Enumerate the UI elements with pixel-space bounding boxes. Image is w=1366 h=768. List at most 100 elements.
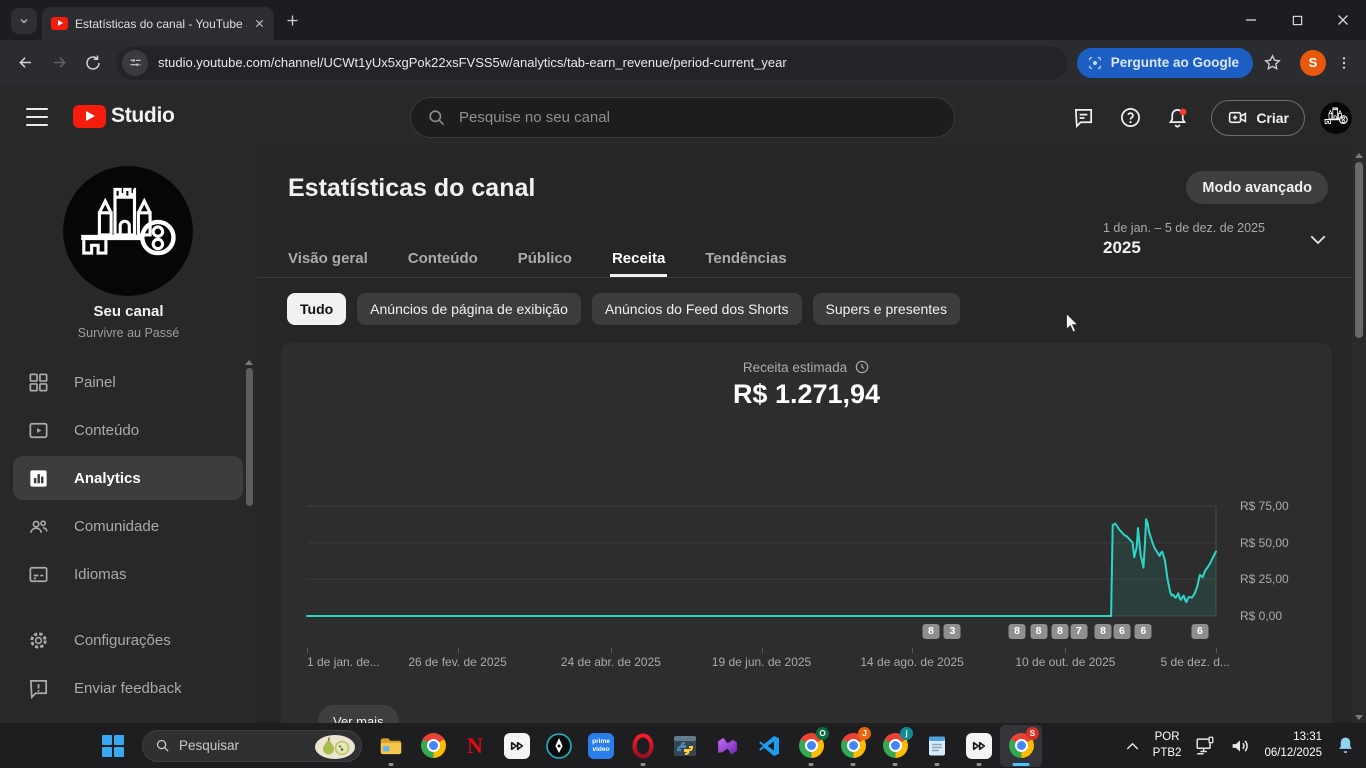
studio-logo[interactable]: Studio (73, 104, 175, 128)
taskbar-m365[interactable] (706, 725, 748, 767)
channel-avatar-art (63, 166, 193, 296)
scroll-up-arrow[interactable] (1355, 153, 1363, 158)
sidebar-scrollbar-thumb[interactable] (246, 368, 253, 506)
tab-receita[interactable]: Receita (609, 239, 668, 277)
studio-search-bar[interactable] (410, 97, 955, 138)
taskbar-file-explorer[interactable] (370, 725, 412, 767)
window-maximize-button[interactable] (1274, 0, 1320, 40)
language-indicator[interactable]: POR PTB2 (1153, 730, 1182, 760)
video-marker-badge[interactable]: 8 (1008, 624, 1026, 639)
studio-search-input[interactable] (459, 109, 859, 126)
date-picker-chevron[interactable] (1309, 234, 1327, 246)
clock-date[interactable]: 13:31 06/12/2025 (1264, 730, 1322, 760)
window-minimize-button[interactable] (1228, 0, 1274, 40)
tray-expand-button[interactable] (1125, 740, 1140, 752)
video-marker-badge[interactable]: 8 (1030, 624, 1047, 639)
studio-account-avatar[interactable] (1320, 102, 1352, 134)
studio-wordmark: Studio (111, 104, 175, 127)
network-button[interactable] (1194, 735, 1216, 757)
advanced-mode-button[interactable]: Modo avançado (1186, 171, 1328, 204)
ask-google-button[interactable]: Pergunte ao Google (1076, 47, 1253, 78)
pen-app-icon (546, 732, 572, 759)
channel-avatar[interactable] (63, 166, 193, 296)
analytics-tabs: Visão geral Conteúdo Público Receita Ten… (288, 239, 787, 277)
taskbar-chrome-profile-o[interactable]: O (790, 725, 832, 767)
feedback-button[interactable] (1064, 99, 1102, 137)
tab-close-icon[interactable] (254, 18, 265, 29)
taskbar-capcut-2[interactable] (958, 725, 1000, 767)
hamburger-menu-button[interactable] (26, 108, 48, 126)
browser-tab[interactable]: Estatísticas do canal - YouTube Studio (42, 7, 274, 40)
video-marker-badge[interactable]: 8 (1094, 624, 1112, 639)
scroll-down-arrow[interactable] (1355, 715, 1363, 720)
video-marker-badge[interactable]: 7 (1070, 624, 1088, 639)
chip-supers[interactable]: Supers e presentes (812, 293, 960, 325)
browser-menu-button[interactable] (1336, 55, 1352, 71)
tab-publico[interactable]: Público (518, 239, 572, 277)
tab-visao-geral[interactable]: Visão geral (288, 239, 368, 277)
notification-center-button[interactable] (1335, 735, 1356, 756)
start-button[interactable] (92, 725, 134, 767)
taskbar-python-idle[interactable] (664, 725, 706, 767)
help-button[interactable] (1111, 99, 1149, 137)
bookmark-button[interactable] (1263, 53, 1282, 72)
taskbar-capcut[interactable] (496, 725, 538, 767)
new-tab-button[interactable] (285, 13, 300, 28)
date-range-picker[interactable]: 1 de jan. – 5 de dez. de 2025 2025 (1103, 221, 1265, 258)
network-display-icon (1196, 736, 1214, 755)
taskbar-chrome-profile-j[interactable]: J (832, 725, 874, 767)
taskbar-opera[interactable] (622, 725, 664, 767)
sidebar-item-conteudo[interactable]: Conteúdo (0, 406, 257, 454)
video-marker-badge[interactable]: 6 (1134, 624, 1152, 639)
taskbar-notepad[interactable] (916, 725, 958, 767)
sidebar-item-idiomas[interactable]: Idiomas (0, 550, 257, 598)
sidebar-item-comunidade[interactable]: Comunidade (0, 502, 257, 550)
scroll-up-arrow[interactable] (245, 360, 253, 365)
sidebar-scrollbar[interactable] (245, 360, 254, 756)
sidebar-item-enviar-feedback[interactable]: Enviar feedback (0, 664, 257, 712)
sidebar-item-painel[interactable]: Painel (0, 358, 257, 406)
taskbar-search[interactable] (142, 729, 362, 762)
taskbar-prime-video[interactable]: prime video (580, 725, 622, 767)
taskbar-netflix[interactable]: N (454, 725, 496, 767)
taskbar-chrome[interactable] (412, 725, 454, 767)
date-range-text: 1 de jan. – 5 de dez. de 2025 (1103, 221, 1265, 235)
taskbar-chrome-profile-j2[interactable]: j (874, 725, 916, 767)
create-button[interactable]: Criar (1211, 99, 1305, 136)
reload-button[interactable] (76, 46, 110, 80)
back-arrow-icon (18, 57, 31, 68)
taskbar-search-input[interactable] (179, 738, 299, 753)
chrome-icon (420, 733, 446, 758)
taskbar-chrome-profile-s-active[interactable]: S (1000, 724, 1042, 767)
sidebar-item-analytics[interactable]: Analytics (0, 454, 257, 502)
gear-icon (30, 631, 47, 649)
chevron-down-icon (20, 19, 28, 24)
video-marker-badge[interactable]: 8 (1051, 624, 1069, 639)
notifications-button[interactable] (1158, 99, 1196, 137)
tab-tendencias[interactable]: Tendências (705, 239, 786, 277)
browser-toolbar: studio.youtube.com/channel/UCWt1yUx5xgPo… (0, 40, 1366, 85)
system-tray: POR PTB2 13:31 06/12/2025 (1125, 723, 1356, 768)
tab-conteudo[interactable]: Conteúdo (408, 239, 478, 277)
forward-button[interactable] (42, 46, 76, 80)
window-close-button[interactable] (1320, 0, 1366, 40)
video-marker-badge[interactable]: 6 (1113, 624, 1131, 639)
taskbar-vscode[interactable] (748, 725, 790, 767)
site-info-button[interactable] (122, 49, 148, 76)
windows-taskbar: N primevideo (0, 723, 1366, 768)
chip-anuncios-shorts[interactable]: Anúncios do Feed dos Shorts (591, 293, 802, 325)
page-scrollbar[interactable] (1352, 150, 1366, 723)
page-scrollbar-thumb[interactable] (1355, 162, 1363, 338)
back-button[interactable] (8, 46, 42, 80)
video-marker-badge[interactable]: 3 (943, 624, 961, 639)
taskbar-pen-app[interactable] (538, 725, 580, 767)
browser-profile-avatar[interactable]: S (1300, 49, 1326, 76)
chip-anuncios-pagina[interactable]: Anúncios de página de exibição (357, 293, 581, 325)
video-marker-badge[interactable]: 6 (1191, 624, 1209, 639)
chip-tudo[interactable]: Tudo (287, 293, 347, 325)
volume-button[interactable] (1229, 735, 1251, 757)
video-marker-badge[interactable]: 8 (922, 624, 940, 639)
url-bar[interactable]: studio.youtube.com/channel/UCWt1yUx5xgPo… (116, 45, 1067, 80)
tab-search-button[interactable] (11, 8, 37, 34)
sidebar-item-configuracoes[interactable]: Configurações (0, 616, 257, 664)
